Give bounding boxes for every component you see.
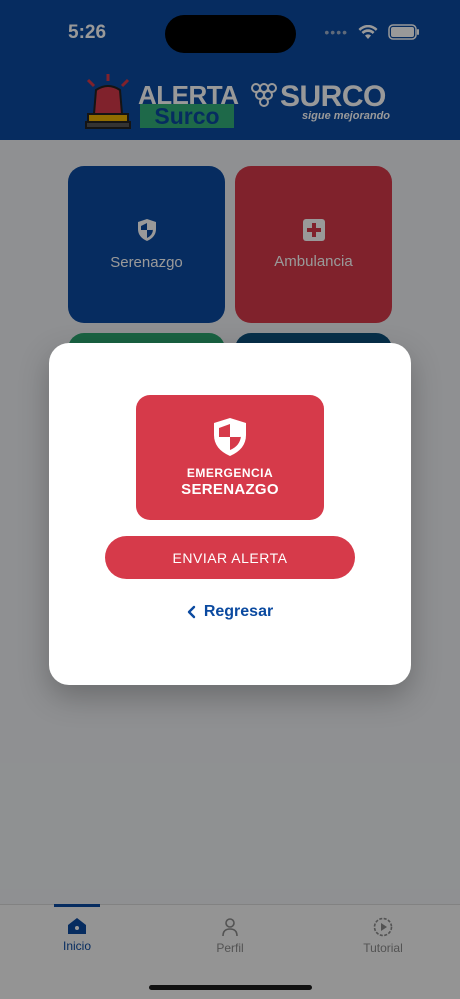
emergency-title: EMERGENCIA xyxy=(186,466,274,480)
shield-icon xyxy=(214,418,246,456)
emergency-type: SERENAZGO xyxy=(181,481,279,498)
send-alert-button[interactable]: ENVIAR ALERTA xyxy=(105,536,355,579)
back-label: Regresar xyxy=(203,603,274,620)
home-indicator xyxy=(149,985,312,990)
alert-modal: EMERGENCIA SERENAZGO ENVIAR ALERTA Regre… xyxy=(49,343,411,685)
emergency-card: EMERGENCIA SERENAZGO xyxy=(136,395,324,520)
back-button[interactable]: Regresar xyxy=(49,603,411,621)
chevron-left-icon xyxy=(187,605,196,619)
